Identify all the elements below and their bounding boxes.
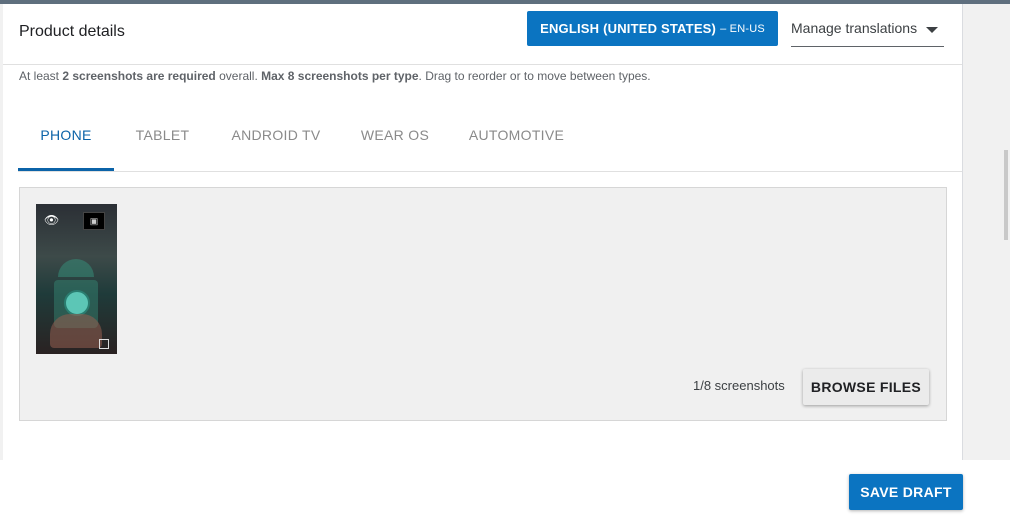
hands-image	[50, 314, 102, 348]
device-tabs: PHONE TABLET ANDROID TV WEAR OS AUTOMOTI…	[18, 104, 962, 172]
language-button[interactable]: ENGLISH (UNITED STATES) – EN-US	[527, 11, 778, 46]
save-draft-button[interactable]: SAVE DRAFT	[849, 474, 963, 510]
eye-icon: 👁	[44, 213, 60, 227]
android-head-image	[58, 259, 94, 277]
tab-wear-os[interactable]: WEAR OS	[341, 104, 449, 168]
language-code: – EN-US	[720, 22, 765, 35]
screenshot-dropzone[interactable]: 👁 ▣ 1/8 screenshots BROWSE FILES	[19, 187, 947, 421]
tab-automotive[interactable]: AUTOMOTIVE	[449, 104, 584, 168]
screenshot-count: 1/8 screenshots	[693, 378, 785, 393]
screenshot-thumbnail[interactable]: 👁 ▣	[36, 204, 117, 354]
briefcase-icon: ▣	[83, 212, 105, 230]
tab-phone[interactable]: PHONE	[18, 104, 114, 171]
panel-header: Product details ENGLISH (UNITED STATES) …	[3, 4, 962, 65]
manage-translations-label: Manage translations	[791, 20, 918, 36]
manage-translations-dropdown[interactable]: Manage translations	[791, 16, 944, 47]
product-details-panel: Product details ENGLISH (UNITED STATES) …	[3, 4, 963, 464]
camera-lens-image	[64, 290, 90, 316]
page-title: Product details	[19, 23, 125, 40]
browse-files-button[interactable]: BROWSE FILES	[803, 369, 929, 405]
screenshot-requirements-hint: At least 2 screenshots are required over…	[19, 69, 651, 83]
scrollbar[interactable]	[1004, 150, 1008, 240]
tab-android-tv[interactable]: ANDROID TV	[211, 104, 341, 168]
caret-down-icon	[926, 27, 938, 33]
tab-tablet[interactable]: TABLET	[114, 104, 211, 168]
footer-bar: SAVE DRAFT	[0, 460, 1010, 527]
expand-icon[interactable]	[99, 339, 109, 349]
language-name: ENGLISH (UNITED STATES)	[540, 21, 717, 36]
